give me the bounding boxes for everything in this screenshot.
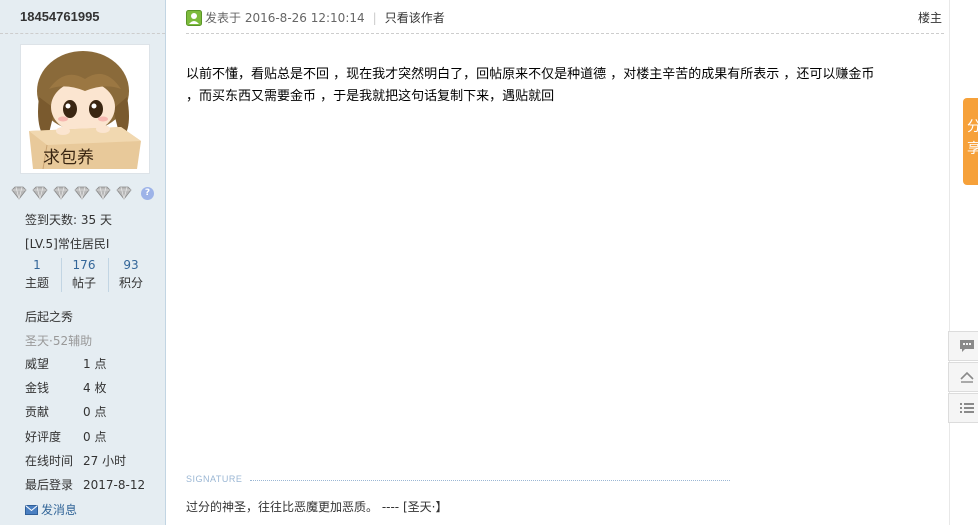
send-message-label[interactable]: 发消息 <box>41 503 77 517</box>
comment-icon <box>960 340 974 352</box>
help-icon[interactable]: ? <box>141 187 154 200</box>
field-key: 金钱 <box>25 381 50 395</box>
top-icon <box>960 371 974 383</box>
page-edge <box>949 0 950 525</box>
field-prestige: 威望 1 点 <box>25 355 106 372</box>
post-text-line: 以前不懂，看贴总是不回 ，现在我才突然明白了，回帖原来不仅是种道德 ，对楼主辛苦… <box>186 67 875 82</box>
stat-value[interactable]: 176 <box>61 256 107 274</box>
field-last-login: 最后登录 2017-8-12 <box>25 476 145 493</box>
field-value: 4 枚 <box>83 381 107 395</box>
post-header: 发表于 2016-8-26 12:10:14 | 只看该作者 <box>186 9 445 26</box>
stat-value[interactable]: 93 <box>108 256 154 274</box>
back-to-list-button[interactable] <box>948 393 978 423</box>
field-value: 0 点 <box>83 405 107 419</box>
signin-days: 签到天数: 35 天 <box>25 213 112 227</box>
field-money: 金钱 4 枚 <box>25 379 106 396</box>
stat-label: 主题 <box>24 276 49 290</box>
avatar-image: 求包养 <box>25 49 145 169</box>
post-text-line: ，而买东西又需要金币 ，于是我就把这句话复制下来，遇贴就回 <box>186 89 555 104</box>
user-stats: 1 主题 176 帖子 93 积分 <box>13 256 153 294</box>
field-value: 2017-8-12 <box>83 478 146 492</box>
stat-label: 帖子 <box>71 276 96 290</box>
field-contribution: 贡献 0 点 <box>25 403 106 420</box>
user-group: 后起之秀 <box>25 310 74 324</box>
only-author-link[interactable]: 只看该作者 <box>385 11 445 25</box>
signature-label: SIGNATURE <box>186 474 243 484</box>
field-key: 威望 <box>25 357 50 371</box>
gem-icon <box>116 186 132 200</box>
field-online-time: 在线时间 27 小时 <box>25 452 126 469</box>
mail-icon <box>25 505 38 515</box>
avatar-box-text: 求包养 <box>43 148 94 168</box>
signature-divider <box>250 480 730 481</box>
field-key: 在线时间 <box>25 454 74 468</box>
post-body: 以前不懂，看贴总是不回 ，现在我才突然明白了，回帖原来不仅是种道德 ，对楼主辛苦… <box>186 64 941 108</box>
signature-text: 过分的神圣，往往比恶魔更加恶质。 ---- [圣天·】 <box>186 500 448 514</box>
quick-reply-button[interactable] <box>948 331 978 361</box>
author-profile-panel: 18454761995 求包养 ? 签到天数: 35 天 [LV.5]常住居民I… <box>0 0 166 525</box>
field-value: 1 点 <box>83 357 107 371</box>
floor-label[interactable]: 楼主 <box>918 9 942 26</box>
send-message-link[interactable]: 发消息 <box>25 501 77 518</box>
share-tab[interactable]: 分享 <box>963 98 978 185</box>
divider <box>0 33 165 34</box>
online-status-icon <box>186 10 202 26</box>
field-key: 最后登录 <box>25 478 74 492</box>
gem-icon <box>95 186 111 200</box>
user-subgroup: 圣天·52辅助 <box>25 334 93 348</box>
divider <box>186 33 944 34</box>
divider: | <box>372 11 377 25</box>
field-rating: 好评度 0 点 <box>25 428 106 445</box>
field-value: 27 小时 <box>83 454 127 468</box>
share-label[interactable]: 分享 <box>967 119 978 157</box>
stat-posts[interactable]: 176 帖子 <box>61 256 107 292</box>
stat-threads[interactable]: 1 主题 <box>14 256 60 292</box>
field-value: 0 点 <box>83 430 107 444</box>
username-link[interactable]: 18454761995 <box>20 9 100 24</box>
field-key: 好评度 <box>25 430 62 444</box>
gem-icon <box>11 186 27 200</box>
stat-value[interactable]: 1 <box>14 256 60 274</box>
field-key: 贡献 <box>25 405 50 419</box>
gem-icon <box>74 186 90 200</box>
back-to-top-button[interactable] <box>948 362 978 392</box>
gem-icon <box>32 186 48 200</box>
list-icon <box>960 403 974 413</box>
gem-icon <box>53 186 69 200</box>
post-content: 发表于 2016-8-26 12:10:14 | 只看该作者 楼主 以前不懂，看贴总… <box>166 0 950 525</box>
post-date: 发表于 2016-8-26 12:10:14 <box>205 11 365 25</box>
user-level[interactable]: [LV.5]常住居民I <box>25 235 109 252</box>
stat-label: 积分 <box>118 276 143 290</box>
stat-points[interactable]: 93 积分 <box>108 256 154 292</box>
avatar[interactable]: 求包养 <box>20 44 150 174</box>
